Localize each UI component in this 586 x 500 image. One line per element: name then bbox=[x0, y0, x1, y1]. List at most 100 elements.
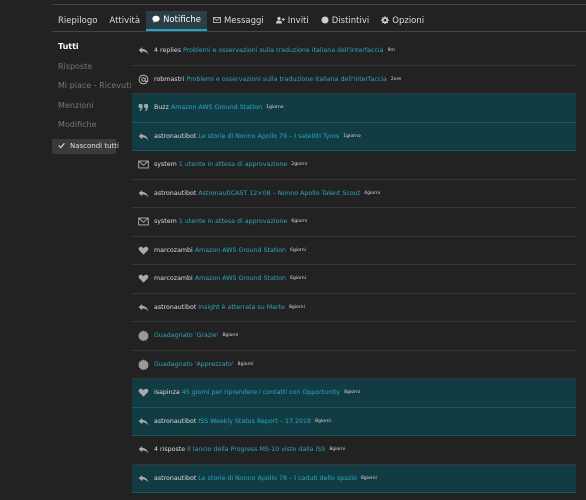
notification-topic-link[interactable]: Problemi e osservazioni sulla traduzione… bbox=[183, 47, 383, 54]
notification-user: marcozambi bbox=[154, 246, 193, 254]
notification-time: 2giorni bbox=[291, 162, 308, 168]
tab-riepilogo[interactable]: Riepilogo bbox=[52, 11, 103, 31]
notification-item[interactable]: marcozambi Amazon AWS Ground Station 6gior… bbox=[132, 265, 576, 294]
gear-icon bbox=[381, 16, 390, 26]
notification-item[interactable]: 4 replies Problemi e osservazioni sulla t… bbox=[132, 37, 576, 66]
tabs-divider bbox=[52, 31, 586, 32]
notification-topic-link[interactable]: 45 giorni per riprendere i contatti con … bbox=[182, 389, 340, 396]
notification-item[interactable]: system 1 utente in attesa di approvazione… bbox=[132, 151, 576, 180]
tab-label: Riepilogo bbox=[58, 16, 98, 26]
notification-item[interactable]: astronautibot AstronautiCAST 12×08 – Nonn… bbox=[132, 180, 576, 208]
notification-topic-link[interactable]: ISS Weekly Status Report – 17.2018 bbox=[198, 418, 311, 425]
notification-user: system bbox=[154, 218, 177, 226]
envelope-icon bbox=[136, 158, 150, 172]
notification-topic-link[interactable]: 1 utente in attesa di approvazione bbox=[179, 161, 288, 168]
notification-time: 8giorni bbox=[237, 361, 254, 367]
tab-label: Inviti bbox=[287, 16, 309, 26]
reply-icon bbox=[136, 129, 150, 143]
reply-icon bbox=[136, 300, 150, 314]
notification-topic-link[interactable]: Le storie di Nonno Apollo 78 – I caduti … bbox=[198, 475, 357, 482]
notification-user: astronautibot bbox=[154, 303, 197, 311]
notification-item[interactable]: isapinza 45 giorni per riprendere i conta… bbox=[132, 379, 576, 408]
notification-topic-link[interactable]: AstronautiCAST 12×08 – Nonno Apollo Tale… bbox=[198, 190, 360, 197]
notification-item[interactable]: Guadagnato 'Apprezzato' 8giorni bbox=[132, 351, 576, 379]
notification-topic-link[interactable]: Guadagnato 'Apprezzato' bbox=[154, 361, 234, 368]
notification-user: marcozambi bbox=[154, 275, 193, 283]
reply-icon bbox=[136, 471, 150, 485]
notification-item[interactable]: Guadagnato 'Grazie' 8giorni bbox=[132, 322, 576, 351]
tab-label: Notifiche bbox=[163, 15, 201, 25]
check-icon bbox=[58, 142, 65, 151]
notification-time: 1giorno bbox=[266, 105, 284, 111]
badge-icon bbox=[321, 16, 329, 26]
tab-label: Messaggi bbox=[223, 16, 264, 26]
notification-topic-link[interactable]: Amazon AWS Ground Station bbox=[171, 104, 262, 111]
sidebar-item-tutti[interactable]: Tutti bbox=[52, 37, 128, 57]
reply-icon bbox=[136, 414, 150, 428]
reply-icon bbox=[136, 186, 150, 200]
user-nav-tabs: Riepilogo Attività Notifiche Messaggi Inviti… bbox=[52, 11, 586, 31]
notification-topic-link[interactable]: Problemi e osservazioni sulla traduzione… bbox=[186, 76, 386, 83]
notification-item[interactable]: astronautibot Le storie di Nonno Apollo 7… bbox=[132, 464, 576, 493]
sidebar-item-risposte[interactable]: Risposte bbox=[52, 57, 128, 77]
notification-time: 9m bbox=[387, 48, 395, 54]
notification-time: 8giorni bbox=[315, 418, 331, 424]
tab-label: Opzioni bbox=[392, 16, 425, 26]
envelope-icon bbox=[213, 16, 221, 26]
notification-user: Buzz bbox=[154, 104, 169, 112]
tab-inviti[interactable]: Inviti bbox=[270, 11, 315, 31]
notification-item[interactable]: marcozambi Amazon AWS Ground Station 6gior… bbox=[132, 237, 576, 265]
badge-icon bbox=[136, 357, 150, 371]
notification-topic-link[interactable]: Amazon AWS Ground Station bbox=[195, 247, 286, 254]
notification-user: 4 risposte bbox=[154, 446, 186, 454]
notification-time: 8giorni bbox=[288, 304, 305, 310]
envelope-icon bbox=[136, 215, 150, 229]
heart-icon bbox=[136, 272, 150, 286]
notification-user: astronautibot bbox=[154, 132, 197, 140]
reply-icon bbox=[136, 44, 150, 58]
notification-item[interactable]: Buzz Amazon AWS Ground Station 1giorno bbox=[132, 94, 576, 123]
notification-user: astronautibot bbox=[154, 474, 197, 482]
notification-time: 8giorni bbox=[360, 475, 377, 481]
notification-item[interactable]: system 1 utente in attesa di approvazione… bbox=[132, 208, 576, 237]
notification-item[interactable]: astronautibot Le storie di Nonno Apollo 7… bbox=[132, 122, 576, 151]
user-plus-icon bbox=[275, 16, 285, 26]
notification-time: 2ore bbox=[390, 76, 402, 82]
notification-user: astronautibot bbox=[154, 189, 197, 197]
notification-time: 6giorni bbox=[290, 276, 306, 282]
notification-topic-link[interactable]: Le storie di Nonno Apollo 79 – I satelli… bbox=[198, 133, 339, 140]
sidebar-item-modifiche[interactable]: Modifiche bbox=[52, 115, 128, 135]
notification-time: 8giorni bbox=[329, 447, 346, 453]
notification-user: robmastri bbox=[154, 75, 185, 83]
notification-item[interactable]: astronautibot ISS Weekly Status Report – … bbox=[132, 407, 576, 436]
sidebar-item-menzioni[interactable]: Menzioni bbox=[52, 96, 128, 116]
chat-bubble-icon bbox=[152, 15, 160, 25]
quote-icon bbox=[136, 101, 150, 115]
notification-user: 4 replies bbox=[154, 47, 181, 55]
notifications-filter-sidebar: Tutti Risposte Mi piace - Ricevuti Menzioni… bbox=[52, 37, 131, 154]
notification-topic-link[interactable]: Insight è atterrata su Marte bbox=[198, 304, 285, 311]
notification-topic-link[interactable]: Guadagnato 'Grazie' bbox=[154, 332, 218, 339]
notification-item[interactable]: robmastri Problemi e osservazioni sulla t… bbox=[132, 66, 576, 94]
badge-icon bbox=[136, 329, 150, 343]
notification-time: 4giorni bbox=[364, 190, 381, 196]
tab-label: Attività bbox=[109, 16, 141, 26]
dismiss-all-button[interactable]: Nascondi tutti bbox=[52, 138, 119, 154]
tab-attivit-[interactable]: Attività bbox=[103, 11, 146, 31]
notification-time: 1giorno bbox=[343, 133, 361, 139]
notification-user: astronautibot bbox=[154, 417, 197, 425]
sidebar-item-mi-piace-ricevuti[interactable]: Mi piace - Ricevuti bbox=[52, 76, 131, 96]
notification-time: 8giorni bbox=[344, 390, 361, 396]
tab-distintivi[interactable]: Distintivi bbox=[315, 11, 376, 31]
tab-notifiche[interactable]: Notifiche bbox=[146, 11, 207, 31]
notification-time: 6giorni bbox=[291, 219, 308, 225]
at-icon bbox=[136, 72, 150, 86]
notification-item[interactable]: astronautibot Insight è atterrata su Mart… bbox=[132, 294, 576, 322]
tab-opzioni[interactable]: Opzioni bbox=[375, 11, 430, 31]
tab-messaggi[interactable]: Messaggi bbox=[207, 11, 270, 31]
notification-topic-link[interactable]: 1 utente in attesa di approvazione bbox=[179, 218, 288, 225]
reply-icon bbox=[136, 443, 150, 457]
notification-topic-link[interactable]: Amazon AWS Ground Station bbox=[195, 275, 286, 282]
notification-item[interactable]: 4 risposte Il lancio della Progress MS-10… bbox=[132, 436, 576, 465]
notification-topic-link[interactable]: Il lancio della Progress MS-10 visto dal… bbox=[187, 446, 325, 453]
